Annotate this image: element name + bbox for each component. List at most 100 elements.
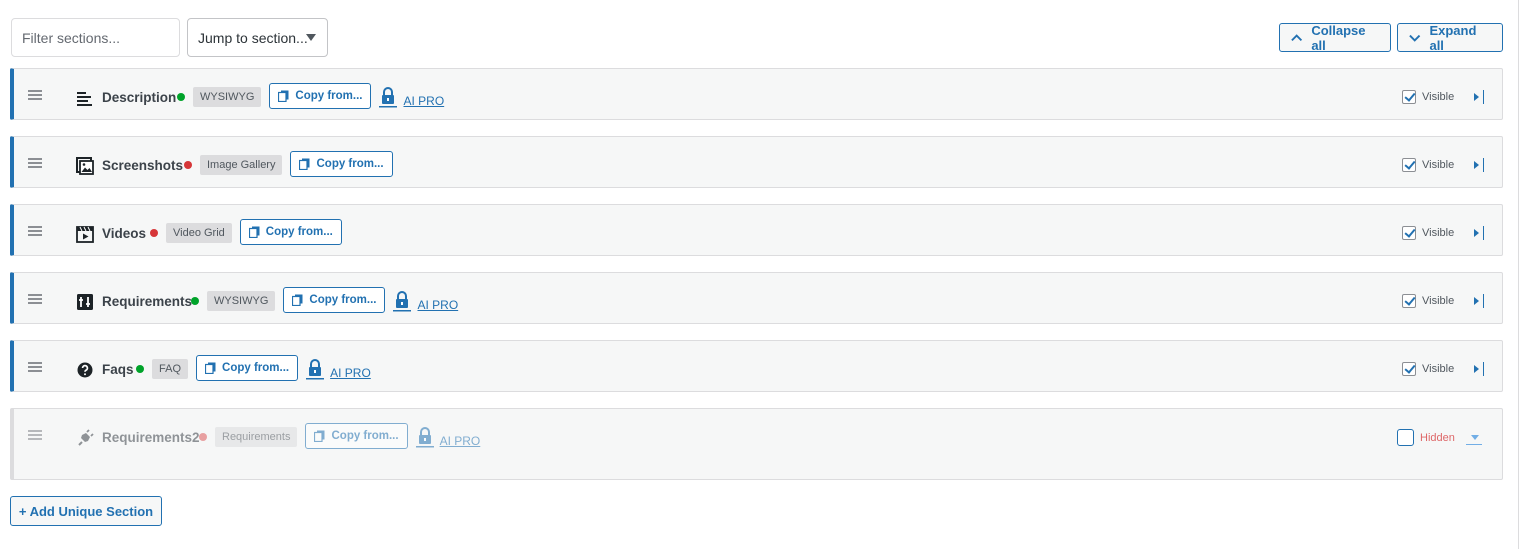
page-edge-divider	[1518, 0, 1519, 549]
collapse-all-label: Collapse all	[1311, 22, 1366, 53]
visibility-toggle[interactable]: Visible	[1402, 90, 1454, 104]
visibility-toggle[interactable]: Visible	[1402, 294, 1454, 308]
caret-right-icon	[1474, 161, 1479, 169]
ai-pro-label: AI PRO	[403, 94, 445, 108]
expand-section-toggle[interactable]	[1473, 90, 1491, 104]
copy-from-button[interactable]: Copy from...	[269, 83, 372, 109]
ai-pro-link[interactable]: AI PRO	[306, 358, 371, 380]
caret-down-icon	[306, 34, 316, 41]
copy-from-label: Copy from...	[331, 430, 399, 442]
expand-all-label: Expand all	[1429, 22, 1477, 53]
copy-from-button[interactable]: Copy from...	[283, 287, 386, 313]
section-title: Requirements2	[102, 430, 200, 445]
copy-icon	[248, 226, 260, 238]
jump-select-label: Jump to section...	[198, 29, 308, 46]
copy-icon	[299, 158, 310, 170]
visibility-label: Visible	[1422, 159, 1455, 171]
section-title: Screenshots	[102, 158, 184, 173]
drag-handle-icon[interactable]	[28, 430, 42, 440]
ai-pro-label: AI PRO	[330, 366, 371, 380]
caret-right-icon	[1474, 93, 1479, 101]
section-type-tag: Requirements	[215, 427, 298, 447]
expand-section-toggle[interactable]	[1473, 226, 1491, 240]
ai-pro-label: AI PRO	[439, 434, 481, 448]
video-icon	[76, 226, 94, 243]
expand-section-toggle[interactable]	[1473, 294, 1491, 308]
status-dot	[199, 433, 207, 441]
copy-from-button[interactable]: Copy from...	[196, 355, 299, 381]
copy-icon	[314, 430, 325, 442]
collapse-all-button[interactable]: Collapse all	[1279, 22, 1391, 53]
drag-handle-icon[interactable]	[28, 226, 42, 236]
copy-icon	[205, 362, 216, 374]
caret-down-icon	[1471, 435, 1479, 440]
visibility-label: Visible	[1422, 363, 1455, 375]
ai-pro-link[interactable]: AI PRO	[415, 426, 481, 448]
section-title: Requirements	[102, 294, 193, 309]
image-gallery-icon	[76, 157, 94, 175]
copy-icon	[292, 294, 303, 306]
plugin-icon	[78, 429, 94, 446]
visibility-toggle[interactable]: Hidden	[1397, 429, 1455, 446]
visibility-toggle[interactable]: Visible	[1402, 158, 1454, 172]
lock-icon	[415, 427, 434, 448]
drag-handle-icon[interactable]	[28, 294, 42, 304]
copy-icon	[278, 90, 289, 102]
visibility-toggle[interactable]: Visible	[1402, 226, 1454, 240]
visible-checkbox[interactable]	[1402, 294, 1416, 308]
copy-from-label: Copy from...	[265, 226, 333, 238]
question-icon	[77, 362, 93, 378]
section-type-tag: Video Grid	[166, 223, 232, 243]
visibility-label: Visible	[1422, 227, 1455, 239]
copy-from-button[interactable]: Copy from...	[305, 423, 408, 449]
section-row-screenshots: Screenshots Image Gallery Copy from... V…	[10, 136, 1503, 188]
copy-from-label: Copy from...	[316, 158, 384, 170]
visibility-toggle[interactable]: Visible	[1402, 362, 1454, 376]
lock-icon	[379, 87, 398, 108]
ai-pro-label: AI PRO	[417, 298, 459, 312]
drag-handle-icon[interactable]	[28, 90, 42, 100]
section-type-tag: FAQ	[152, 359, 189, 379]
visible-checkbox[interactable]	[1402, 362, 1416, 376]
visible-checkbox[interactable]	[1402, 226, 1416, 240]
caret-right-icon	[1474, 229, 1479, 237]
caret-right-icon	[1474, 297, 1479, 305]
section-row-description: Description WYSIWYG Copy from... AI PRO …	[10, 68, 1503, 120]
copy-from-label: Copy from...	[309, 294, 377, 306]
status-dot	[177, 93, 185, 101]
visible-checkbox[interactable]	[1402, 158, 1416, 172]
section-row-requirements: Requirements WYSIWYG Copy from... AI PRO…	[10, 272, 1503, 324]
section-type-tag: Image Gallery	[200, 155, 283, 175]
chevron-up-icon	[1291, 33, 1303, 41]
filter-sections-input[interactable]	[11, 18, 180, 57]
caret-right-icon	[1474, 365, 1479, 373]
add-unique-section-button[interactable]: + Add Unique Section	[10, 496, 162, 526]
chevron-down-icon	[1409, 34, 1421, 42]
visibility-label: Hidden	[1420, 431, 1455, 444]
visible-checkbox[interactable]	[1402, 90, 1416, 104]
copy-from-label: Copy from...	[295, 90, 363, 102]
text-align-left-icon	[77, 92, 92, 106]
expand-section-toggle[interactable]	[1473, 362, 1491, 376]
ai-pro-link[interactable]: AI PRO	[379, 86, 444, 108]
section-title: Faqs	[102, 362, 134, 377]
expand-section-toggle[interactable]	[1466, 433, 1484, 445]
ai-pro-link[interactable]: AI PRO	[393, 290, 458, 312]
visible-checkbox[interactable]	[1397, 429, 1414, 446]
copy-from-button[interactable]: Copy from...	[290, 151, 393, 177]
section-type-tag: WYSIWYG	[193, 87, 262, 107]
status-dot	[136, 365, 144, 373]
requirements-icon	[77, 294, 93, 310]
copy-from-button[interactable]: Copy from...	[239, 219, 342, 245]
drag-handle-icon[interactable]	[28, 362, 42, 372]
status-dot	[150, 229, 158, 237]
jump-to-section-select[interactable]: Jump to section...	[187, 18, 328, 57]
expand-all-button[interactable]: Expand all	[1397, 22, 1503, 53]
copy-from-label: Copy from...	[222, 362, 290, 374]
status-dot	[191, 297, 199, 305]
section-row-videos: Videos Video Grid Copy from... Visible	[10, 204, 1503, 256]
drag-handle-icon[interactable]	[28, 158, 42, 168]
expand-section-toggle[interactable]	[1473, 158, 1491, 172]
status-dot	[184, 161, 192, 169]
lock-icon	[306, 359, 325, 380]
